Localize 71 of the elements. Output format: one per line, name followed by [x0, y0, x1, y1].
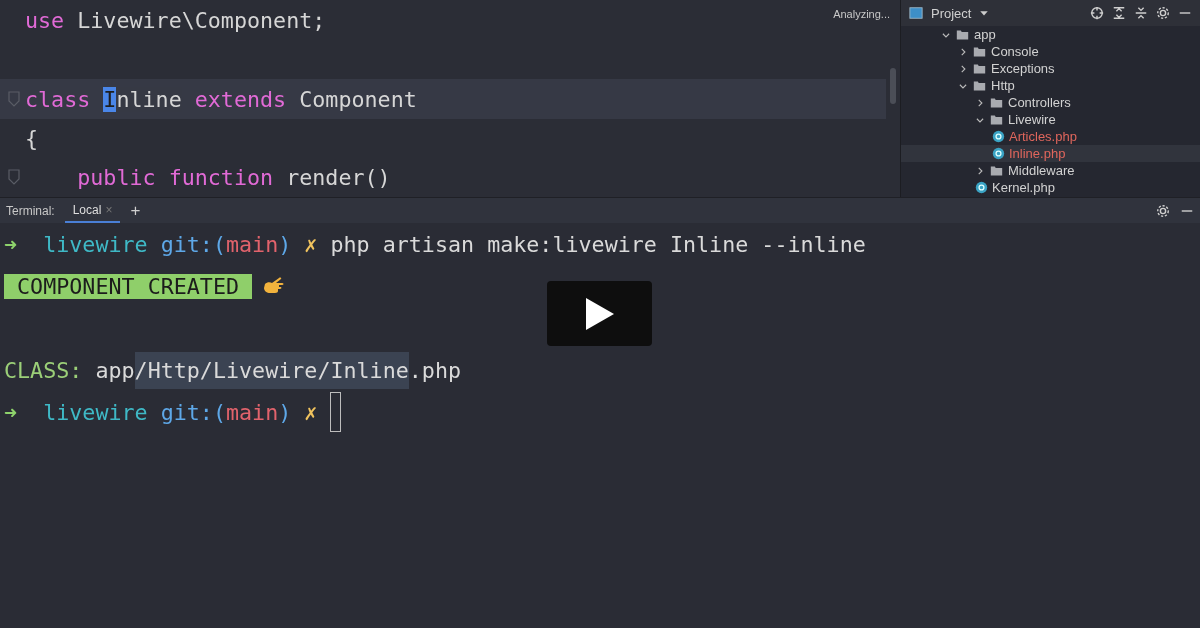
add-tab-button[interactable]: +: [130, 200, 141, 221]
class-file-icon: [992, 130, 1005, 143]
crosshair-icon[interactable]: [1090, 6, 1104, 20]
play-button[interactable]: [547, 281, 652, 346]
code-line: {: [25, 125, 39, 151]
terminal-text: app: [95, 357, 135, 383]
panel-title[interactable]: Project: [931, 5, 972, 21]
folder-icon: [955, 28, 970, 41]
tree-item[interactable]: Controllers: [901, 94, 1200, 111]
terminal-text: ): [278, 399, 292, 425]
folder-icon: [972, 62, 987, 75]
code-line: class Inline extends Component: [25, 86, 417, 112]
terminal-text: CLASS:: [4, 357, 84, 383]
folder-icon: [989, 164, 1004, 177]
code-line: use Livewire\Component;: [25, 8, 326, 34]
play-icon: [585, 297, 614, 330]
text-cursor: [330, 392, 342, 432]
file-name: Articles.php: [1009, 129, 1077, 144]
chevron-icon: [958, 46, 968, 57]
tree-item[interactable]: Livewire: [901, 111, 1200, 128]
terminal-text: livewire: [43, 231, 149, 257]
terminal-text: ✗: [303, 231, 319, 257]
terminal-text: main: [226, 399, 279, 425]
file-name: app: [974, 27, 996, 42]
tree-item[interactable]: Exceptions: [901, 60, 1200, 77]
terminal-text: livewire: [43, 399, 149, 425]
file-name: Kernel.php: [992, 180, 1055, 195]
tree-item[interactable]: Kernel.php: [901, 179, 1200, 196]
terminal-text: .php: [408, 357, 461, 383]
file-name: Console: [991, 44, 1039, 59]
expand-all-icon[interactable]: [1112, 6, 1126, 20]
terminal-text: ➜: [4, 399, 19, 425]
terminal-text: php artisan make:livewire Inline --inline: [330, 231, 866, 257]
folder-icon: [972, 45, 987, 58]
tree-item[interactable]: Console: [901, 43, 1200, 60]
scrollbar[interactable]: [890, 68, 896, 104]
tree-item[interactable]: Inline.php: [901, 145, 1200, 162]
file-name: Livewire: [1008, 112, 1056, 127]
terminal-text: main: [226, 231, 279, 257]
chevron-icon: [975, 165, 985, 176]
class-file-icon: [992, 147, 1005, 160]
terminal-label: Terminal:: [6, 203, 55, 218]
file-name: Middleware: [1008, 163, 1075, 178]
tree-item[interactable]: Http: [901, 77, 1200, 94]
caret-icon: [979, 8, 990, 18]
terminal-text: ): [278, 231, 292, 257]
window-icon: [909, 6, 923, 20]
terminal-text: git:(: [160, 399, 226, 425]
class-file-icon: [975, 181, 988, 194]
folder-icon: [989, 96, 1004, 109]
settings-icon[interactable]: [1156, 6, 1170, 20]
status-badge: COMPONENT CREATED: [4, 273, 253, 299]
folder-icon: [972, 79, 987, 92]
file-name: Http: [991, 78, 1015, 93]
terminal-text: ✗: [303, 399, 319, 425]
chevron-icon: [958, 63, 968, 74]
status-text: Analyzing...: [833, 8, 890, 20]
file-name: Controllers: [1008, 95, 1071, 110]
tree-item[interactable]: Articles.php: [901, 128, 1200, 145]
tree-item[interactable]: Middleware: [901, 162, 1200, 179]
tree-item[interactable]: app: [901, 26, 1200, 43]
file-name: Exceptions: [991, 61, 1055, 76]
file-name: Inline.php: [1009, 146, 1066, 161]
code-line: public function render(): [76, 164, 391, 190]
terminal-text: git:(: [160, 231, 226, 257]
chevron-icon: [975, 97, 985, 108]
terminal-text: ➜: [4, 231, 19, 257]
folder-icon: [989, 113, 1004, 126]
collapse-all-icon[interactable]: [1134, 6, 1148, 20]
terminal-text: /Http/Livewire/Inline: [134, 351, 409, 389]
settings-icon[interactable]: [1156, 203, 1170, 218]
